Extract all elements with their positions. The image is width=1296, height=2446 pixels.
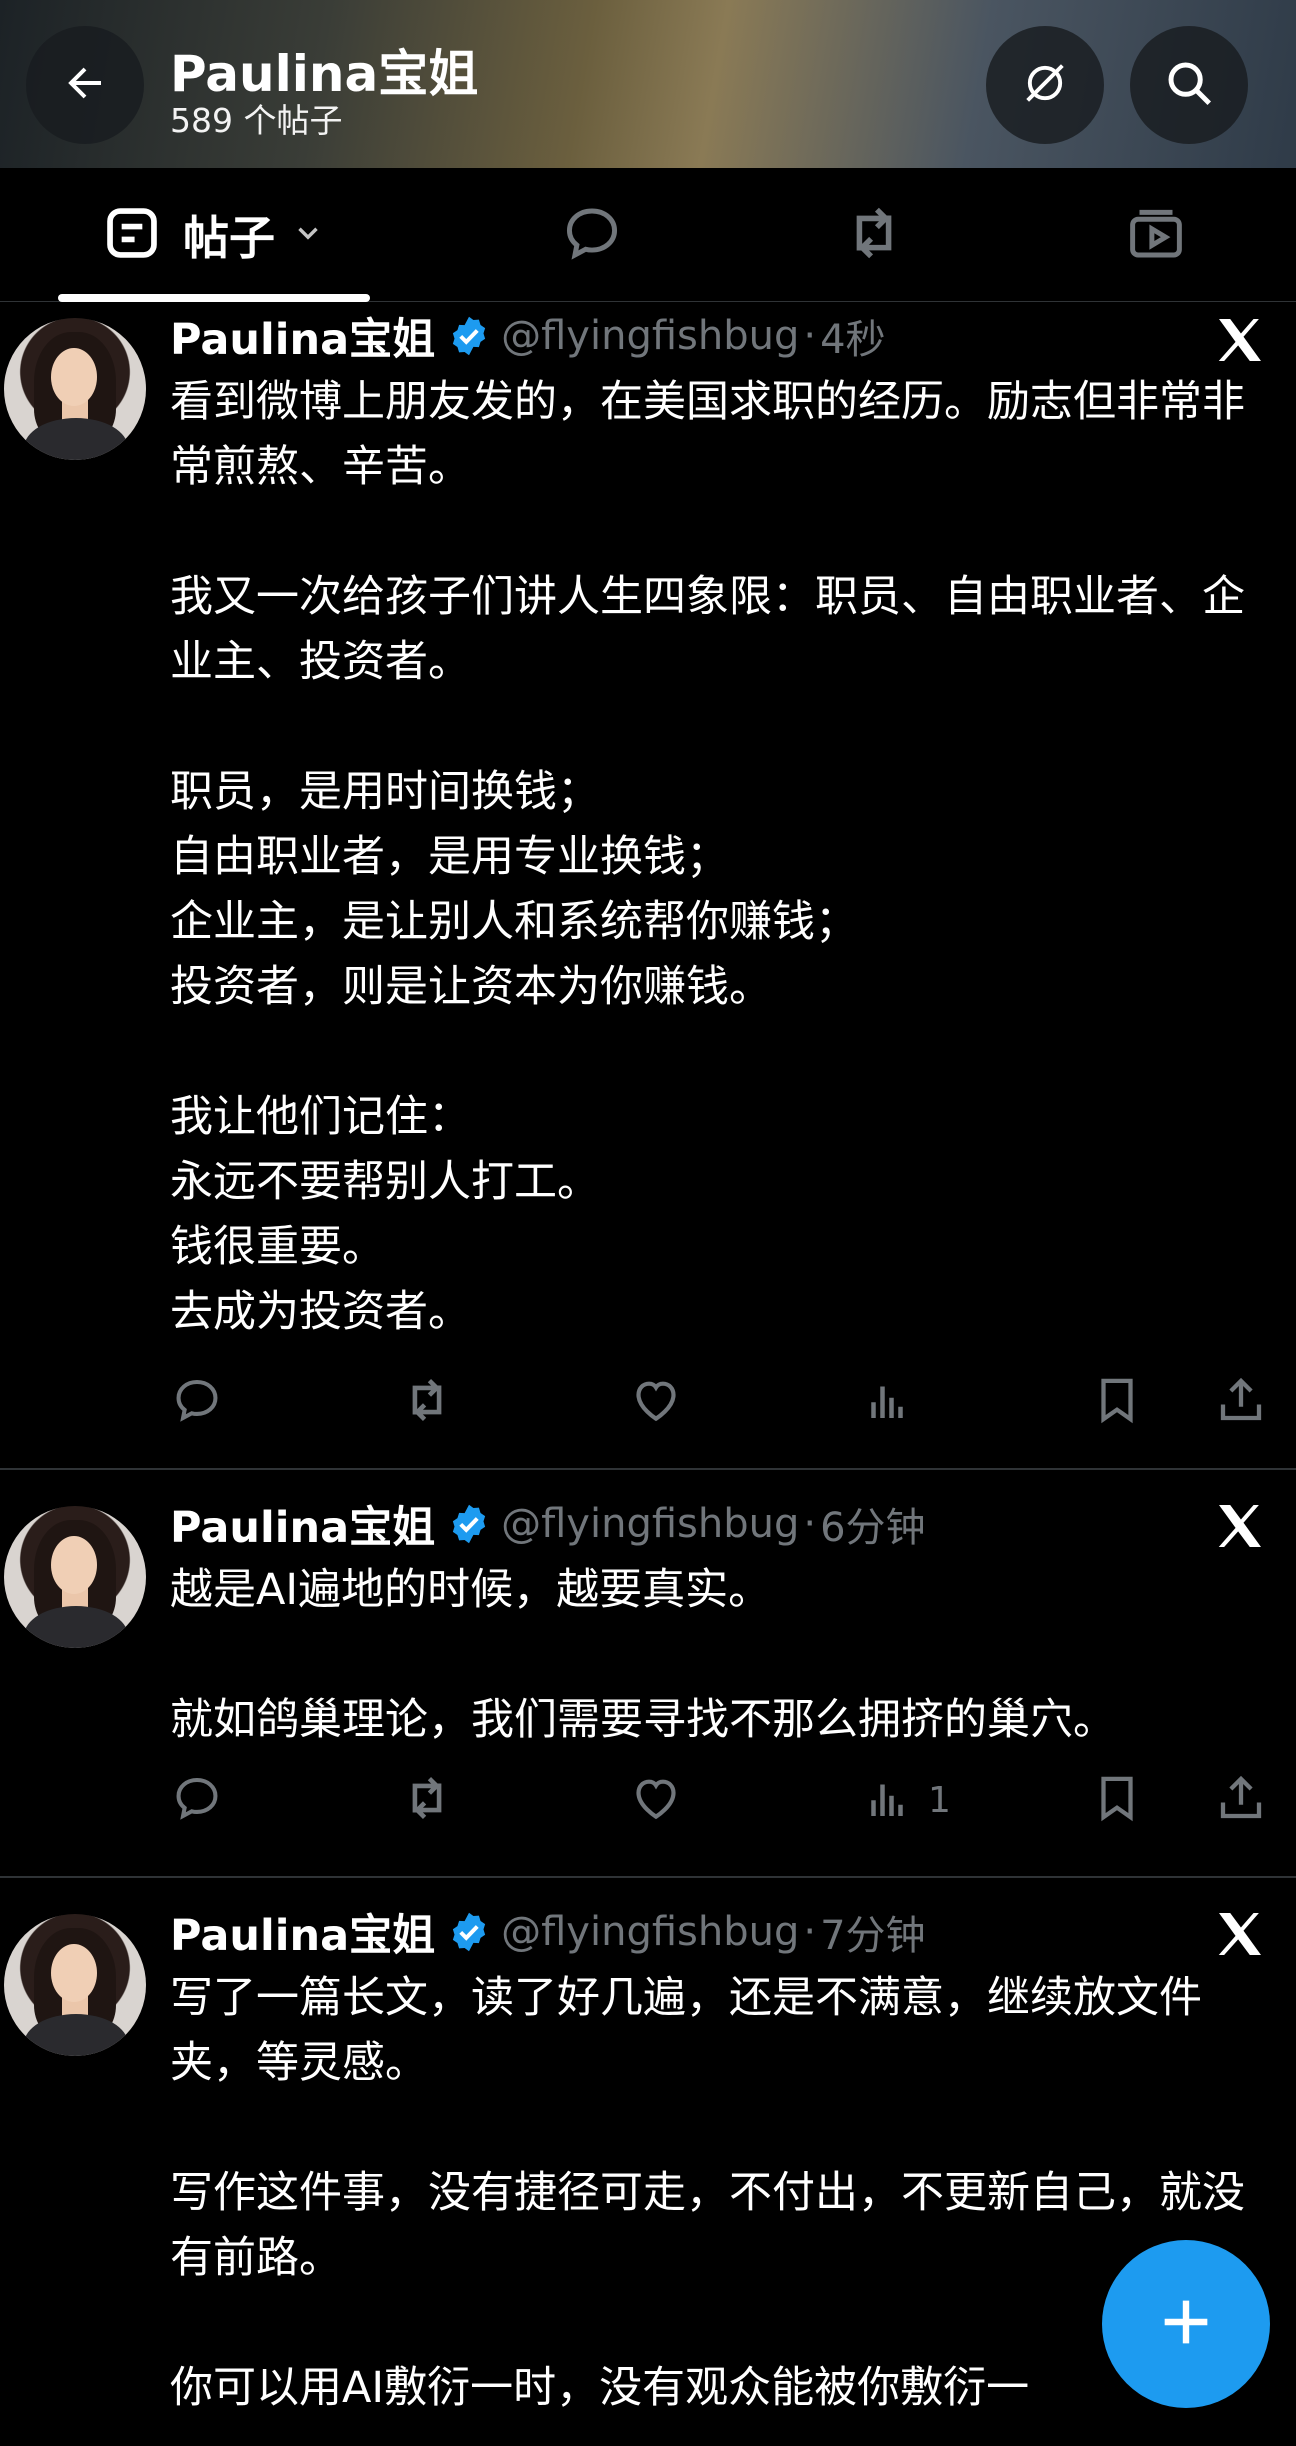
reply-button[interactable] xyxy=(170,1372,224,1432)
bookmark-icon xyxy=(1090,1373,1144,1431)
views-chart-icon xyxy=(860,1373,914,1431)
like-button[interactable] xyxy=(628,1372,684,1432)
tab-posts-label: 帖子 xyxy=(183,211,275,265)
separator-dot: · xyxy=(803,1909,817,1955)
share-button[interactable] xyxy=(1214,1372,1268,1432)
avatar[interactable] xyxy=(4,1506,146,1648)
profile-tabs: 帖子 xyxy=(0,168,1296,302)
views-button[interactable]: 1 xyxy=(860,1770,951,1830)
posts-icon xyxy=(101,202,163,268)
author-name[interactable]: Paulina宝姐 xyxy=(170,1493,435,1555)
tweet[interactable]: Paulina宝姐 @flyingfishbug · 4秒 看到微博上朋友发的，… xyxy=(0,302,1296,1470)
like-button[interactable] xyxy=(628,1770,684,1830)
tweet-text: 写了一篇长文，读了好几遍，还是不满意，继续放文件夹，等灵感。 写作这件事，没有捷… xyxy=(170,1973,1245,2413)
heart-icon xyxy=(628,1372,684,1432)
search-icon xyxy=(1162,56,1216,114)
tweet-text: 看到微博上朋友发的，在美国求职的经历。励志但非常非常煎熬、辛苦。 我又一次给孩子… xyxy=(170,377,1245,1337)
tab-replies[interactable] xyxy=(532,168,652,302)
verified-badge-icon xyxy=(447,1502,491,1546)
media-icon xyxy=(1123,200,1189,270)
reply-button[interactable] xyxy=(170,1770,224,1830)
bookmark-icon xyxy=(1090,1771,1144,1829)
avatar[interactable] xyxy=(4,1914,146,2056)
tweet[interactable]: Paulina宝姐 @flyingfishbug · 6分钟 越是AI遍地的时候… xyxy=(0,1470,1296,1878)
tweet-actions xyxy=(170,1372,1280,1432)
active-tab-indicator xyxy=(58,294,370,302)
post-count: 589 个帖子 xyxy=(170,101,343,140)
bookmark-button[interactable] xyxy=(1090,1770,1144,1830)
author-name[interactable]: Paulina宝姐 xyxy=(170,1901,435,1963)
separator-dot: · xyxy=(803,313,817,359)
x-logo-icon xyxy=(1212,1498,1268,1558)
plus-icon xyxy=(1154,2290,1218,2358)
author-handle[interactable]: @flyingfishbug xyxy=(501,1501,799,1547)
replies-icon xyxy=(559,200,625,270)
tweet-text: 越是AI遍地的时候，越要真实。 就如鸽巢理论，我们需要寻找不那么拥挤的巢穴。 xyxy=(170,1565,1116,1745)
x-logo-icon xyxy=(1212,312,1268,372)
tab-reposts[interactable] xyxy=(814,168,934,302)
grok-icon xyxy=(1019,57,1071,113)
verified-badge-icon xyxy=(447,1910,491,1954)
verified-badge-icon xyxy=(447,314,491,358)
bookmark-button[interactable] xyxy=(1090,1372,1144,1432)
share-icon xyxy=(1214,1771,1268,1829)
author-name[interactable]: Paulina宝姐 xyxy=(170,305,435,367)
reply-icon xyxy=(170,1373,224,1431)
arrow-left-icon xyxy=(61,59,109,111)
reply-icon xyxy=(170,1771,224,1829)
tweet[interactable]: Paulina宝姐 @flyingfishbug · 7分钟 写了一篇长文，读了… xyxy=(0,1878,1296,2446)
tweet-timestamp[interactable]: 4秒 xyxy=(820,307,885,365)
tweet-timestamp[interactable]: 7分钟 xyxy=(820,1903,925,1961)
author-handle[interactable]: @flyingfishbug xyxy=(501,1909,799,1955)
views-count: 1 xyxy=(928,1779,951,1821)
tweet-actions: 1 xyxy=(170,1770,1280,1830)
tweet-timestamp[interactable]: 6分钟 xyxy=(820,1495,925,1553)
repost-icon xyxy=(398,1769,456,1831)
avatar[interactable] xyxy=(4,318,146,460)
repost-icon xyxy=(398,1371,456,1433)
repost-button[interactable] xyxy=(398,1372,456,1432)
heart-icon xyxy=(628,1770,684,1830)
reposts-icon xyxy=(839,198,909,272)
compose-button[interactable] xyxy=(1102,2240,1270,2408)
back-button[interactable] xyxy=(26,26,144,144)
tab-posts[interactable]: 帖子 xyxy=(56,168,370,302)
tab-media[interactable] xyxy=(1096,168,1216,302)
share-icon xyxy=(1214,1373,1268,1431)
chevron-down-icon[interactable] xyxy=(291,216,325,254)
separator-dot: · xyxy=(803,1501,817,1547)
x-logo-icon xyxy=(1212,1906,1268,1966)
views-chart-icon xyxy=(860,1771,914,1829)
search-button[interactable] xyxy=(1130,26,1248,144)
profile-header: Paulina宝姐 589 个帖子 xyxy=(0,0,1296,168)
share-button[interactable] xyxy=(1214,1770,1268,1830)
grok-button[interactable] xyxy=(986,26,1104,144)
repost-button[interactable] xyxy=(398,1770,456,1830)
author-handle[interactable]: @flyingfishbug xyxy=(501,313,799,359)
views-button[interactable] xyxy=(860,1372,914,1432)
